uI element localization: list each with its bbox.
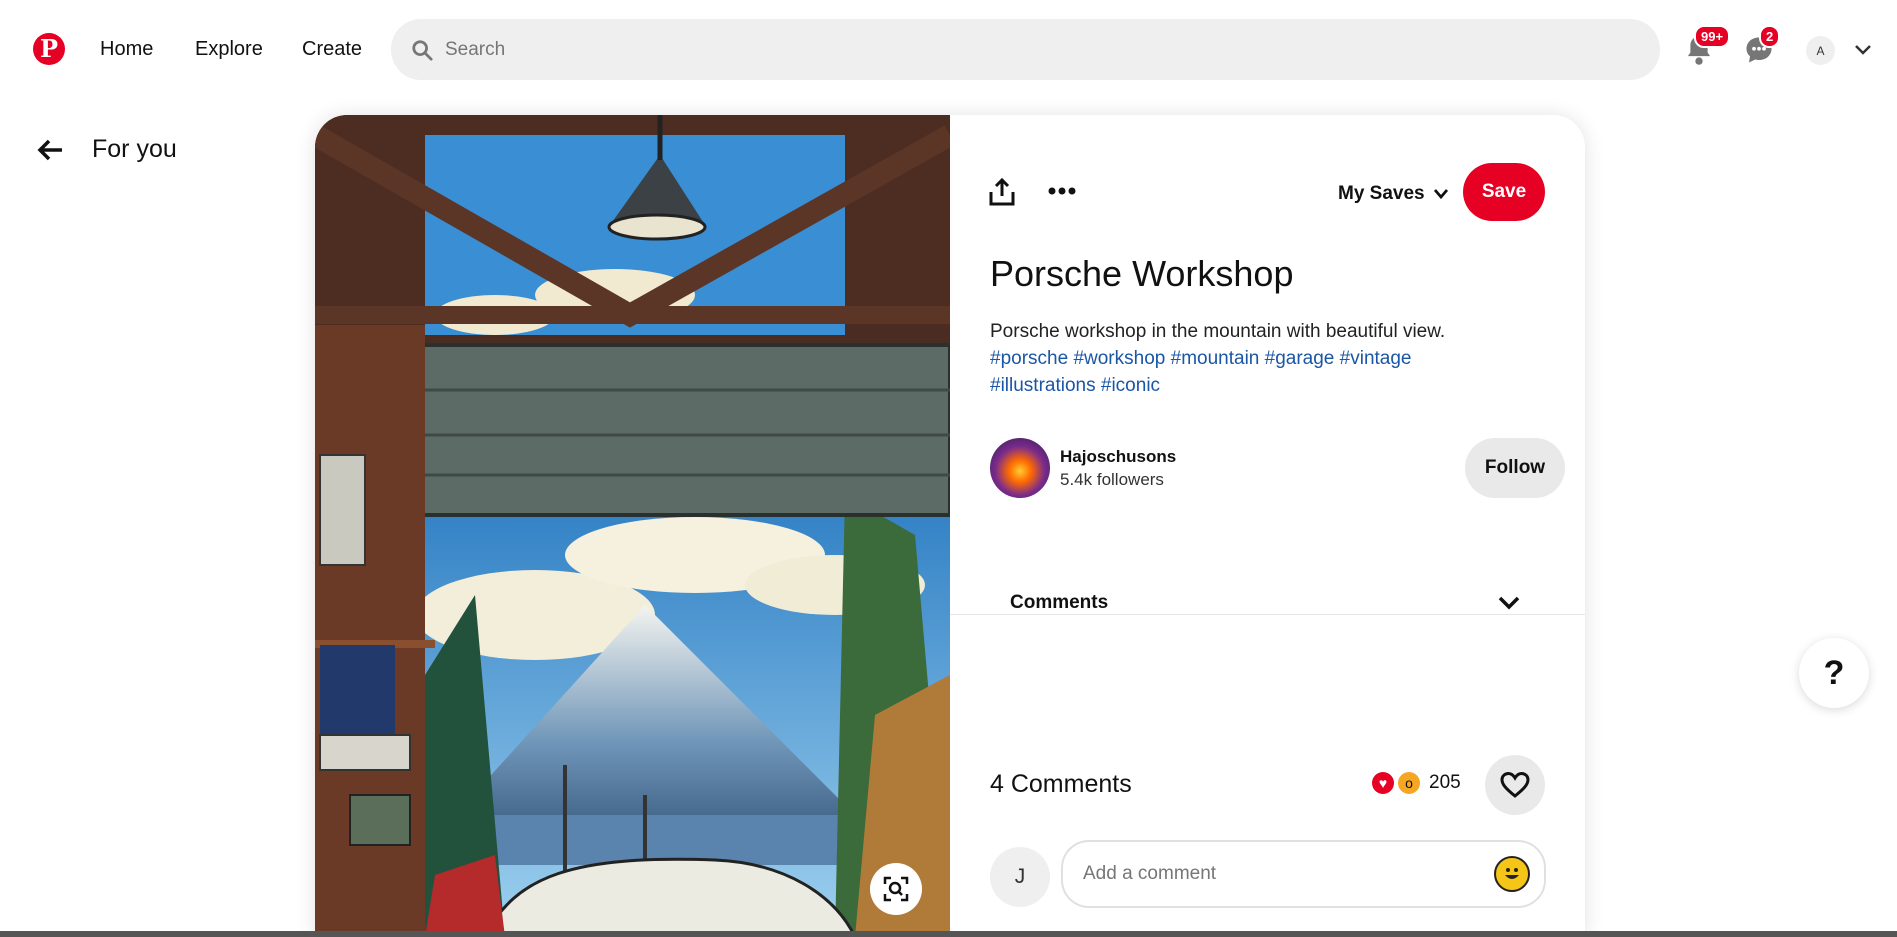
pin-title: Porsche Workshop <box>990 253 1294 294</box>
board-name: My Saves <box>1338 183 1425 204</box>
comments-count: 4 Comments <box>990 770 1132 798</box>
more-options-icon[interactable] <box>1048 186 1076 196</box>
hashtag-list: #porsche #workshop #mountain #garage #vi… <box>990 348 1412 396</box>
pin-card <box>315 115 1585 937</box>
chevron-down-icon <box>1433 189 1448 200</box>
hashtag-link[interactable]: #illustrations <box>990 375 1096 396</box>
share-icon[interactable] <box>989 178 1015 206</box>
comment-box[interactable] <box>1061 840 1546 908</box>
hashtag-link[interactable]: #workshop <box>1073 348 1165 369</box>
creator-avatar[interactable] <box>990 438 1050 498</box>
section-divider <box>950 614 1585 615</box>
comment-input[interactable] <box>1083 863 1463 885</box>
hashtag-link[interactable]: #iconic <box>1101 375 1160 396</box>
board-selector[interactable]: My Saves <box>1338 183 1449 205</box>
back-button[interactable]: For you <box>36 135 177 164</box>
reactions[interactable]: ♥ o 205 <box>1372 772 1461 794</box>
search-bar[interactable] <box>391 19 1660 80</box>
chevron-down-icon <box>1498 596 1520 610</box>
nav-explore[interactable]: Explore <box>195 38 263 61</box>
lens-icon <box>883 876 909 902</box>
description-text: Porsche workshop in the mountain with be… <box>990 321 1446 342</box>
hashtag-link[interactable]: #vintage <box>1340 348 1412 369</box>
follow-button[interactable]: Follow <box>1465 438 1565 498</box>
profile-avatar[interactable]: A <box>1806 36 1835 65</box>
messages-badge: 2 <box>1759 25 1781 48</box>
react-button[interactable] <box>1485 755 1545 815</box>
creator-info[interactable]: Hajoschusons 5.4k followers <box>990 438 1176 498</box>
comments-section-label: Comments <box>1010 592 1109 613</box>
back-label: For you <box>92 135 177 163</box>
comments-toggle[interactable]: Comments <box>1010 592 1520 614</box>
pinterest-logo[interactable]: P <box>33 33 65 65</box>
pin-image[interactable] <box>315 115 950 937</box>
bottom-scrollbar <box>0 931 1897 937</box>
creator-name[interactable]: Hajoschusons <box>1060 447 1176 467</box>
heart-reaction-icon: ♥ <box>1372 772 1394 794</box>
chevron-down-icon[interactable] <box>1854 43 1872 57</box>
creator-text: Hajoschusons 5.4k followers <box>1060 447 1176 490</box>
notifications-badge: 99+ <box>1694 25 1731 48</box>
creator-followers: 5.4k followers <box>1060 469 1164 489</box>
arrow-left-icon <box>37 139 62 160</box>
search-input[interactable] <box>445 38 1545 61</box>
logo-glyph: P <box>39 34 59 63</box>
hashtag-link[interactable]: #garage <box>1265 348 1335 369</box>
search-icon <box>412 39 433 61</box>
hashtag-link[interactable]: #mountain <box>1171 348 1260 369</box>
wow-reaction-icon: o <box>1398 772 1420 794</box>
pin-description: Porsche workshop in the mountain with be… <box>990 318 1490 399</box>
user-avatar: J <box>990 847 1050 907</box>
top-nav: P Home Explore Create 99+ 2 A <box>0 0 1897 102</box>
emoji-icon[interactable] <box>1494 856 1530 892</box>
save-button[interactable]: Save <box>1463 163 1545 221</box>
heart-icon <box>1500 771 1530 798</box>
help-button[interactable]: ? <box>1799 638 1869 708</box>
hashtag-link[interactable]: #porsche <box>990 348 1068 369</box>
workshop-illustration <box>315 115 950 937</box>
visual-search-button[interactable] <box>870 863 922 915</box>
nav-create[interactable]: Create <box>302 38 362 61</box>
reaction-count: 205 <box>1429 772 1461 793</box>
nav-home[interactable]: Home <box>100 38 153 61</box>
